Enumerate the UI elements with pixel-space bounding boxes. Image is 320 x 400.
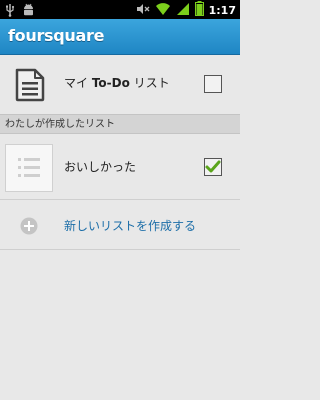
todo-list-label: マイ To-Do リスト <box>64 76 170 90</box>
status-bar: 1:17 <box>0 0 240 19</box>
plus-icon <box>20 217 38 235</box>
battery-icon <box>194 1 204 20</box>
todo-list-icon <box>14 68 46 102</box>
foursquare-logo[interactable]: foursquare <box>8 26 104 45</box>
create-list-label[interactable]: 新しいリストを作成する <box>64 218 196 234</box>
todo-list-checkbox[interactable] <box>204 75 222 93</box>
clock: 1:17 <box>208 3 236 17</box>
list-checkbox[interactable] <box>204 158 222 176</box>
wifi-icon <box>155 1 171 20</box>
checkmark-icon <box>205 160 221 173</box>
mute-icon <box>136 1 150 20</box>
section-title: わたしが作成したリスト <box>5 119 115 130</box>
list-name: おいしかった <box>64 160 137 174</box>
app-header: foursquare <box>0 19 240 55</box>
list-thumbnail <box>5 144 53 192</box>
section-header: わたしが作成したリスト <box>0 114 240 134</box>
list-icon <box>18 158 40 177</box>
signal-icon <box>176 1 190 20</box>
